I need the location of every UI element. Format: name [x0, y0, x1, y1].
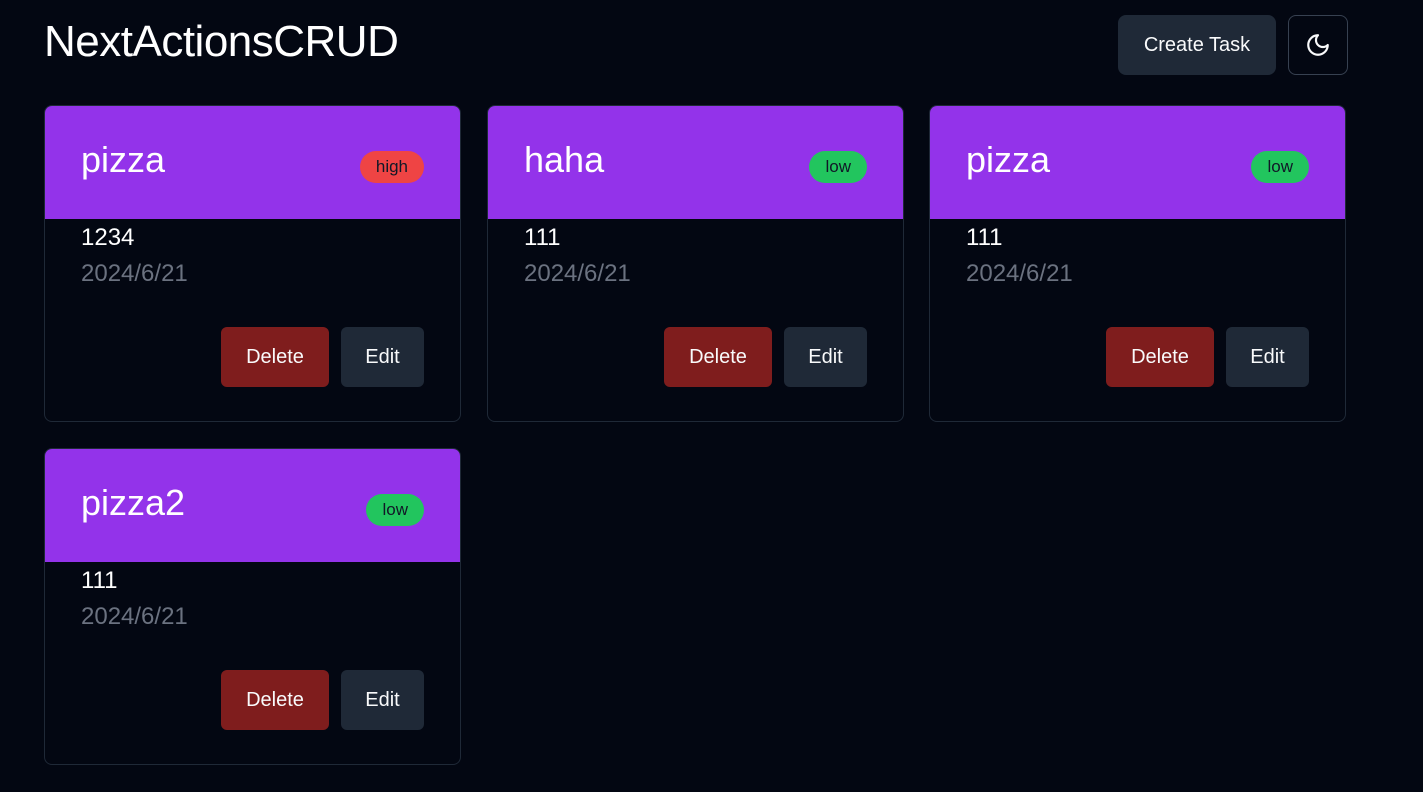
task-card-header: pizza low — [930, 106, 1345, 219]
delete-button[interactable]: Delete — [664, 327, 772, 387]
app-title: NextActionsCRUD — [44, 17, 399, 66]
task-date: 2024/6/21 — [81, 603, 188, 630]
task-card: pizza2 low 111 2024/6/21 Delete Edit — [44, 448, 461, 765]
task-title: pizza2 — [81, 482, 186, 523]
task-description: 111 — [524, 224, 561, 251]
priority-badge: high — [359, 151, 424, 183]
edit-button[interactable]: Edit — [341, 670, 424, 730]
task-title: pizza — [966, 139, 1051, 180]
task-title: haha — [524, 139, 605, 180]
priority-badge: low — [366, 494, 424, 526]
task-description: 111 — [81, 567, 118, 594]
delete-button[interactable]: Delete — [221, 327, 329, 387]
create-task-button[interactable]: Create Task — [1118, 15, 1276, 75]
task-card: pizza low 111 2024/6/21 Delete Edit — [929, 105, 1346, 422]
theme-toggle-button[interactable] — [1288, 15, 1348, 75]
task-card-header: pizza2 low — [45, 449, 460, 562]
delete-button[interactable]: Delete — [221, 670, 329, 730]
edit-button[interactable]: Edit — [1226, 327, 1309, 387]
task-card-header: haha low — [488, 106, 903, 219]
task-title: pizza — [81, 139, 166, 180]
task-date: 2024/6/21 — [81, 260, 188, 287]
task-card-header: pizza high — [45, 106, 460, 219]
task-date: 2024/6/21 — [524, 260, 631, 287]
task-description: 1234 — [81, 224, 135, 251]
task-description: 111 — [966, 224, 1003, 251]
edit-button[interactable]: Edit — [784, 327, 867, 387]
delete-button[interactable]: Delete — [1106, 327, 1214, 387]
task-card: haha low 111 2024/6/21 Delete Edit — [487, 105, 904, 422]
priority-badge: low — [1251, 151, 1309, 183]
priority-badge: low — [809, 151, 867, 183]
task-date: 2024/6/21 — [966, 260, 1073, 287]
moon-icon — [1307, 34, 1329, 56]
edit-button[interactable]: Edit — [341, 327, 424, 387]
task-card: pizza high 1234 2024/6/21 Delete Edit — [44, 105, 461, 422]
